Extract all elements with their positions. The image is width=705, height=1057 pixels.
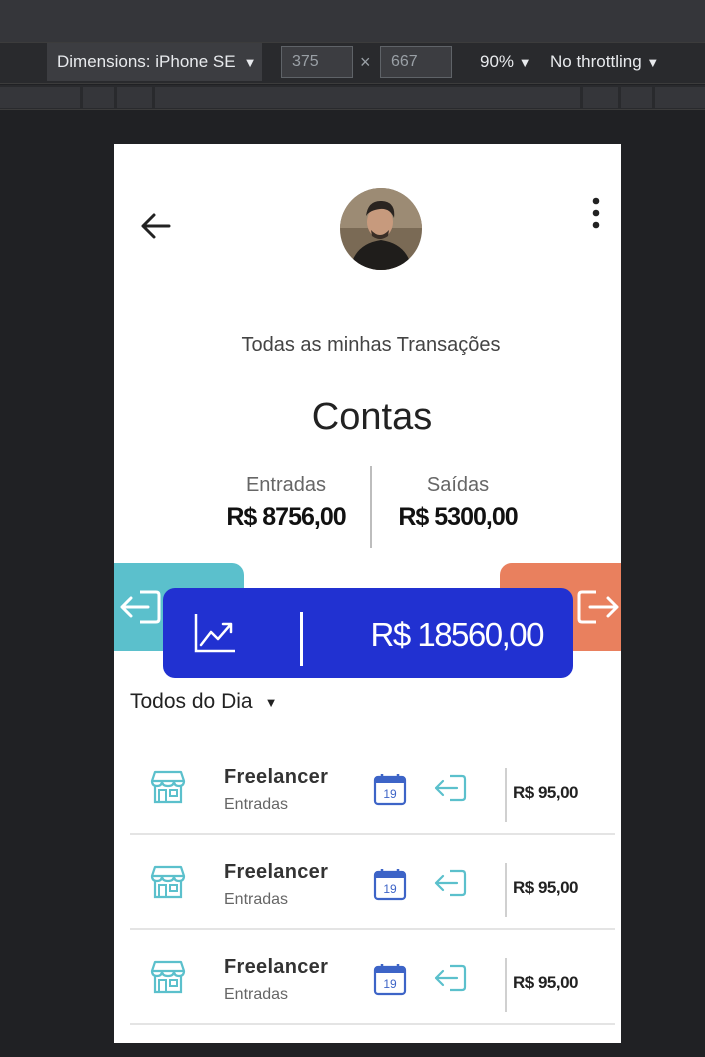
avatar[interactable] [340,188,422,270]
transaction-row[interactable]: Freelancer Entradas 19 R$ 95,00 [130,835,615,930]
store-icon [150,770,186,804]
transaction-row[interactable]: Freelancer Entradas 19 R$ 95,00 [130,930,615,1025]
more-vertical-icon[interactable] [590,196,602,230]
ruler-segment[interactable] [655,87,705,108]
row-divider [505,863,507,917]
ruler-segment[interactable] [117,87,152,108]
ruler-segment[interactable] [83,87,114,108]
sign-in-icon [434,964,467,992]
income-value: R$ 8756,00 [226,503,346,531]
throttling-label: No throttling [550,52,642,71]
zoom-select[interactable]: 90% ▼ [480,52,532,72]
calendar-icon: 19 [373,964,407,996]
expense-label: Saídas [426,474,490,496]
app-viewport: Todas as minhas Transações Contas Entrad… [114,144,621,1043]
ruler-segment[interactable] [583,87,618,108]
arrow-left-icon[interactable] [140,212,172,240]
total-balance-value: R$ 18560,00 [370,616,545,653]
sign-in-icon [434,774,467,802]
devtools-titlebar [0,0,705,42]
income-label: Entradas [245,474,327,496]
transaction-amount: R$ 95,00 [513,878,579,897]
times-icon: × [360,52,371,72]
transaction-type: Entradas [224,796,289,813]
transaction-amount: R$ 95,00 [513,973,579,992]
page-title: Contas [311,396,433,438]
chart-line-icon [194,614,235,653]
row-divider [505,958,507,1012]
transaction-name: Freelancer [224,956,329,978]
chevron-down-icon: ▼ [646,55,660,70]
sign-out-icon [577,590,619,624]
page-subtitle: Todas as minhas Transações [241,334,501,356]
width-input[interactable]: 375 [281,46,353,78]
total-balance-card: R$ 18560,00 [163,588,573,678]
expense-summary: Saídas R$ 5300,00 [378,474,538,532]
calendar-icon: 19 [373,774,407,806]
sign-in-icon [434,869,467,897]
calendar-icon: 19 [373,869,407,901]
caret-down-icon: ▼ [264,694,278,710]
calendar-day: 19 [383,882,397,896]
media-query-ruler [0,85,705,110]
ruler-segment[interactable] [155,87,580,108]
card-divider [300,612,303,666]
device-select[interactable]: Dimensions: iPhone SE ▼ [47,43,262,81]
chevron-down-icon: ▼ [518,55,532,70]
ruler-segment[interactable] [621,87,652,108]
store-icon [150,960,186,994]
sign-in-icon [120,590,161,624]
zoom-label: 90% [480,52,515,71]
transaction-list: Freelancer Entradas 19 R$ 95,00 Freelanc… [130,740,615,1025]
transaction-amount: R$ 95,00 [513,783,579,802]
chevron-down-icon: ▼ [243,54,257,70]
day-filter-dropdown[interactable]: Todos do Dia ▼ [130,690,277,714]
height-input[interactable]: 667 [380,46,452,78]
transaction-type: Entradas [224,891,289,908]
transaction-name: Freelancer [224,861,329,883]
store-icon [150,865,186,899]
transaction-type: Entradas [224,986,289,1003]
transaction-row[interactable]: Freelancer Entradas 19 R$ 95,00 [130,740,615,835]
summary-divider [370,466,372,548]
device-select-label: Dimensions: iPhone SE [57,52,236,71]
row-divider [505,768,507,822]
throttling-select[interactable]: No throttling ▼ [550,52,659,72]
expense-value: R$ 5300,00 [398,503,518,531]
day-filter-label: Todos do Dia [130,690,253,713]
calendar-day: 19 [383,977,397,991]
transaction-name: Freelancer [224,766,329,788]
calendar-day: 19 [383,787,397,801]
income-summary: Entradas R$ 8756,00 [206,474,366,532]
ruler-segment[interactable] [0,87,80,108]
